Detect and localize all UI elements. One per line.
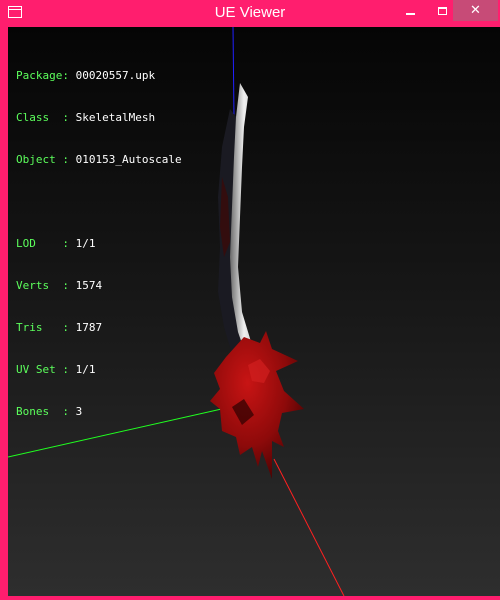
title-bar[interactable]: UE Viewer ✕ xyxy=(4,0,498,27)
window-app-icon[interactable] xyxy=(8,6,22,18)
uvset-value: 1/1 xyxy=(75,363,96,376)
package-label: Package: xyxy=(16,69,69,82)
verts-label: Verts : xyxy=(16,279,69,292)
info-row-lod: LOD : 1/1 xyxy=(16,237,182,251)
info-row-verts: Verts : 1574 xyxy=(16,279,182,293)
app-window: UE Viewer ✕ Package: 00020557.upk Class … xyxy=(0,0,500,600)
info-row-class: Class : SkeletalMesh xyxy=(16,111,182,125)
z-axis-line xyxy=(232,27,235,118)
bones-label: Bones : xyxy=(16,405,69,418)
close-icon: ✕ xyxy=(470,3,481,18)
minimize-button[interactable] xyxy=(396,0,424,21)
3d-viewport[interactable]: Package: 00020557.upk Class : SkeletalMe… xyxy=(8,27,500,596)
class-label: Class : xyxy=(16,111,69,124)
object-value: 010153_Autoscale xyxy=(75,153,182,166)
info-row-bones: Bones : 3 xyxy=(16,405,182,419)
sword-mesh xyxy=(210,83,304,479)
maximize-button[interactable] xyxy=(428,0,456,21)
verts-value: 1574 xyxy=(75,279,103,292)
lod-value: 1/1 xyxy=(75,237,96,250)
x-axis-line xyxy=(273,458,345,596)
mesh-info-panel: Package: 00020557.upk Class : SkeletalMe… xyxy=(16,41,182,447)
info-row-uvset: UV Set : 1/1 xyxy=(16,363,182,377)
spiked-guard xyxy=(210,331,304,479)
uvset-label: UV Set : xyxy=(16,363,69,376)
bones-value: 3 xyxy=(75,405,83,418)
class-value: SkeletalMesh xyxy=(75,111,156,124)
info-row-object: Object : 010153_Autoscale xyxy=(16,153,182,167)
info-row-tris: Tris : 1787 xyxy=(16,321,182,335)
maximize-icon xyxy=(437,6,447,15)
minimize-icon xyxy=(405,12,415,15)
lod-label: LOD : xyxy=(16,237,69,250)
package-value: 00020557.upk xyxy=(75,69,156,82)
tris-label: Tris : xyxy=(16,321,69,334)
tris-value: 1787 xyxy=(75,321,103,334)
close-button[interactable]: ✕ xyxy=(453,0,498,21)
object-label: Object : xyxy=(16,153,69,166)
info-row-package: Package: 00020557.upk xyxy=(16,69,182,83)
